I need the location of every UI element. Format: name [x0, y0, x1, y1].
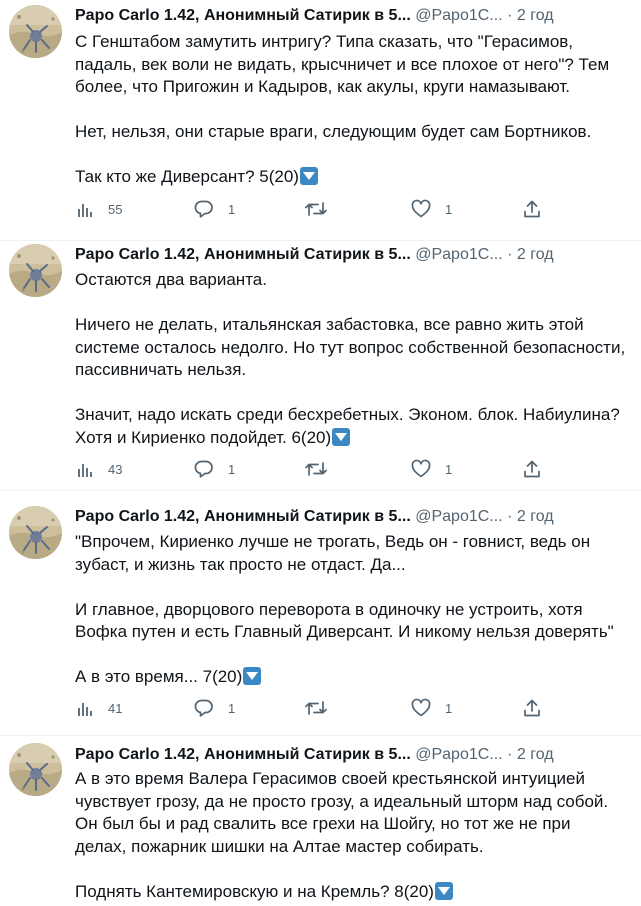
author-name[interactable]: Papo Carlo 1.42, Анонимный Сатирик в 5..… [75, 7, 411, 24]
heart-icon [411, 459, 431, 478]
author-handle[interactable]: @Papo1C... [415, 746, 502, 763]
retweet-arrows-icon [305, 701, 327, 715]
retweet-button[interactable] [305, 458, 341, 480]
tweet-paragraph: Нет, нельзя, они старые враги, следующим… [75, 122, 592, 141]
bar-chart-icon [78, 204, 92, 217]
views-count: 55 [108, 201, 123, 217]
down-arrow-emoji-icon [299, 167, 318, 185]
tweet[interactable]: Papo Carlo 1.42, Анонимный Сатирик в 5..… [0, 0, 641, 240]
retweet-arrows-icon [305, 462, 327, 476]
tweet-paragraph-text: Так кто же Диверсант? 5(20) [75, 167, 299, 186]
separator-dot: · [507, 246, 513, 263]
retweet-arrows-icon [305, 202, 327, 216]
author-name[interactable]: Papo Carlo 1.42, Анонимный Сатирик в 5..… [75, 746, 411, 763]
tweet-body: "Впрочем, Кириенко лучше не трогать, Вед… [75, 531, 630, 689]
share-upload-icon [524, 200, 540, 218]
tweet-paragraph-text: Поднять Кантемировскую и на Кремль? 8(20… [75, 881, 434, 901]
tweet-header: Papo Carlo 1.42, Анонимный Сатирик в 5..… [75, 744, 635, 766]
bar-chart-icon [78, 464, 92, 477]
speech-bubble-icon [194, 200, 213, 218]
like-button[interactable]: 1 [411, 198, 452, 220]
down-arrow-emoji-icon [243, 667, 262, 685]
heart-icon [411, 199, 431, 218]
down-arrow-emoji-icon [332, 427, 351, 446]
views-button[interactable]: 43 [76, 458, 122, 480]
share-upload-icon [524, 699, 540, 717]
speech-bubble-icon [194, 460, 213, 478]
share-button[interactable] [522, 198, 542, 220]
author-name[interactable]: Papo Carlo 1.42, Анонимный Сатирик в 5..… [75, 508, 411, 525]
tweet-body: Остаются два варианта. Ничего не делать,… [75, 269, 630, 449]
reply-count: 1 [228, 700, 236, 716]
like-count: 1 [445, 461, 453, 477]
reply-button[interactable]: 1 [194, 697, 235, 719]
tweet-paragraph: Остаются два варианта. [75, 270, 267, 289]
tweet[interactable]: Papo Carlo 1.42, Анонимный Сатирик в 5..… [0, 241, 641, 490]
speech-bubble-icon [194, 699, 213, 717]
tweet-header: Papo Carlo 1.42, Анонимный Сатирик в 5..… [75, 5, 635, 27]
tweet-paragraph: А в это время Валера Герасимов своей кре… [75, 769, 609, 856]
share-button[interactable] [522, 697, 542, 719]
views-button[interactable]: 55 [76, 198, 122, 220]
tweet-header: Papo Carlo 1.42, Анонимный Сатирик в 5..… [75, 506, 635, 528]
like-count: 1 [445, 700, 453, 716]
timestamp[interactable]: 2 год [517, 246, 554, 263]
views-count: 43 [108, 461, 123, 477]
retweet-button[interactable] [305, 198, 341, 220]
heart-icon [411, 698, 431, 717]
share-upload-icon [524, 460, 540, 478]
author-handle[interactable]: @Papo1C... [415, 246, 502, 263]
avatar[interactable] [9, 506, 62, 559]
reply-count: 1 [228, 461, 236, 477]
avatar[interactable] [9, 743, 62, 796]
tweet-paragraph: А в это время... 7(20) [75, 666, 630, 689]
author-name[interactable]: Papo Carlo 1.42, Анонимный Сатирик в 5..… [75, 246, 411, 263]
down-arrow-emoji-icon [434, 881, 453, 900]
timestamp[interactable]: 2 год [517, 7, 554, 24]
avatar[interactable] [9, 244, 62, 297]
author-handle[interactable]: @Papo1C... [415, 7, 502, 24]
reply-button[interactable]: 1 [194, 458, 235, 480]
tweet-body: С Генштабом замутить интригу? Типа сказа… [75, 31, 630, 189]
like-count: 1 [445, 201, 453, 217]
action-bar: 43 1 1 [76, 458, 546, 480]
action-bar: 55 1 1 [76, 198, 546, 220]
views-count: 41 [108, 700, 123, 716]
tweet-paragraph: Ничего не делать, итальянская забастовка… [75, 315, 626, 379]
views-button[interactable]: 41 [76, 697, 122, 719]
retweet-button[interactable] [305, 697, 341, 719]
timestamp[interactable]: 2 год [517, 746, 554, 763]
tweet-paragraph-text: А в это время... 7(20) [75, 667, 243, 686]
separator-dot: · [507, 508, 513, 525]
separator-dot: · [507, 746, 513, 763]
reply-button[interactable]: 1 [194, 198, 235, 220]
bar-chart-icon [78, 703, 92, 716]
reply-count: 1 [228, 201, 236, 217]
tweet-paragraph: Поднять Кантемировскую и на Кремль? 8(20… [75, 881, 630, 904]
separator-dot: · [507, 7, 513, 24]
like-button[interactable]: 1 [411, 697, 452, 719]
action-bar: 41 1 1 [76, 697, 546, 719]
timestamp[interactable]: 2 год [517, 508, 554, 525]
tweet[interactable]: Papo Carlo 1.42, Анонимный Сатирик в 5..… [0, 491, 641, 735]
like-button[interactable]: 1 [411, 458, 452, 480]
tweet-paragraph: Так кто же Диверсант? 5(20) [75, 166, 630, 189]
avatar[interactable] [9, 5, 62, 58]
tweet-paragraph: Значит, надо искать среди бесхребетных. … [75, 404, 630, 449]
tweet[interactable]: Papo Carlo 1.42, Анонимный Сатирик в 5..… [0, 736, 641, 906]
tweet-paragraph: С Генштабом замутить интригу? Типа сказа… [75, 32, 610, 96]
share-button[interactable] [522, 458, 542, 480]
tweet-body: А в это время Валера Герасимов своей кре… [75, 768, 630, 903]
tweet-header: Papo Carlo 1.42, Анонимный Сатирик в 5..… [75, 244, 635, 266]
tweet-paragraph: "Впрочем, Кириенко лучше не трогать, Вед… [75, 532, 591, 574]
tweet-paragraph: И главное, дворцового переворота в одино… [75, 599, 614, 642]
author-handle[interactable]: @Papo1C... [415, 508, 502, 525]
